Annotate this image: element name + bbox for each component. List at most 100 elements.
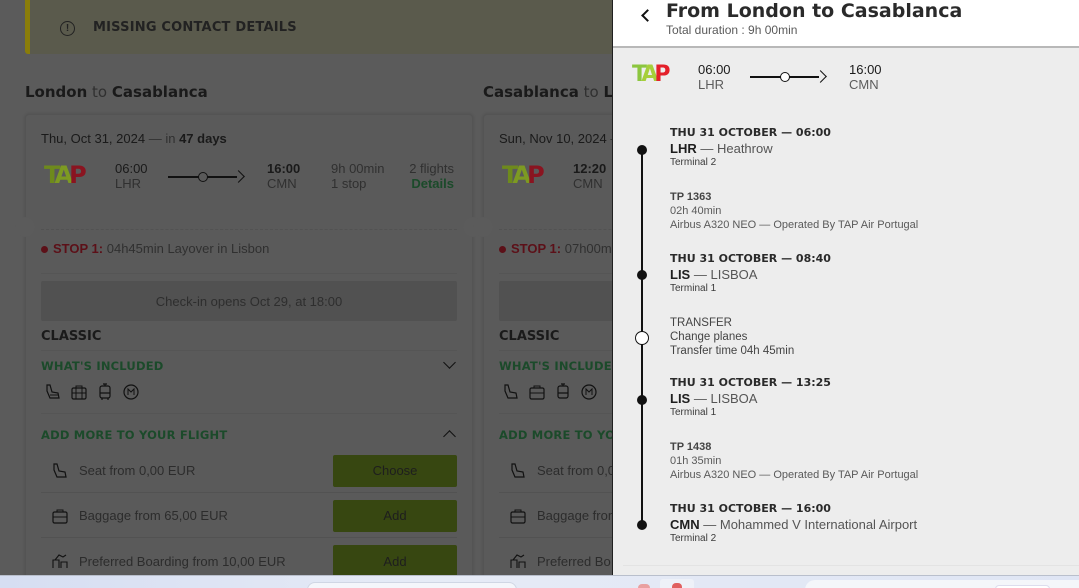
destination-city: Casablanca: [111, 83, 208, 101]
timeline-dot-icon: [637, 270, 647, 280]
timeline-flight: TP 1363 02h 40min Airbus A320 NEO — Oper…: [670, 190, 918, 232]
ticket-notch: [15, 217, 35, 237]
departure: 06:00 LHR: [115, 161, 148, 191]
seat-icon: [504, 384, 518, 399]
stop-label: STOP 1:: [511, 241, 562, 256]
add-more-toggle[interactable]: ADD MORE TO YOU: [499, 428, 625, 442]
whats-included-toggle[interactable]: WHAT'S INCLUDED: [41, 359, 164, 373]
departure: 12:20 CMN: [573, 161, 606, 191]
stop-airport: LHR — Heathrow: [670, 141, 773, 156]
back-chevron-icon[interactable]: [641, 9, 654, 22]
boarding-icon: [510, 554, 526, 568]
tap-logo: TAP: [502, 161, 545, 189]
choose-seat-button[interactable]: Choose: [333, 454, 457, 487]
stop-text: 04h45min Layover in Lisbon: [106, 241, 270, 256]
baggage-icon: [71, 385, 87, 400]
flights-summary: 2 flights Details: [409, 161, 454, 191]
stop-info: STOP 1: 07h00mi: [499, 241, 615, 256]
addon-boarding: Preferred Boarding from 10,00 EUR Add: [41, 539, 457, 575]
arrival-time: 16:00: [267, 161, 301, 176]
departure-airport: CMN: [573, 176, 603, 191]
flight-duration: 02h 40min: [670, 205, 722, 217]
outbound-flight-card: Thu, Oct 31, 2024 — in 47 days TAP 06:00…: [15, 114, 483, 575]
info-circle-icon: !: [60, 20, 75, 36]
addon-label: Preferred Boarding from 10,00 EUR: [79, 553, 286, 569]
date-separator: —: [148, 131, 162, 146]
alert-text: MISSING CONTACT DETAILS: [93, 19, 297, 35]
taskbar-app-icon[interactable]: [638, 584, 650, 588]
duration-text: 9h 00min: [331, 161, 385, 176]
divider: [41, 273, 457, 274]
flight-number: TP 1363: [670, 191, 712, 203]
arrival-time: 16:00: [849, 62, 882, 77]
flight-details-panel: From London to Casablanca Total duration…: [612, 0, 1079, 575]
outbound-title: London to Casablanca: [25, 83, 208, 101]
add-baggage-button[interactable]: Add: [333, 499, 457, 532]
chevron-down-icon[interactable]: [443, 356, 456, 369]
stop-bullet-icon: [499, 246, 506, 253]
taskbar-widget[interactable]: [805, 580, 1079, 588]
origin-city: London: [25, 83, 88, 101]
taskbar-search[interactable]: [307, 582, 517, 588]
timeline-stop: THU 31 OCTOBER — 06:00 LHR — Heathrow Te…: [670, 126, 831, 169]
divider: [41, 350, 457, 351]
arrival-airport: CMN: [849, 77, 879, 92]
fare-name: CLASSIC: [41, 329, 102, 344]
details-link[interactable]: Details: [409, 176, 454, 191]
fare-name: CLASSIC: [499, 329, 560, 344]
arrival: 16:00 CMN: [267, 161, 300, 191]
days-until: 47 days: [179, 131, 227, 146]
timeline-stop: THU 31 OCTOBER — 13:25 LIS — LISBOA Term…: [670, 376, 831, 419]
cabin-bag-icon: [99, 383, 111, 400]
departure-time: 06:00: [115, 161, 148, 176]
checkin-button[interactable]: Check-in opens Oct 29, at 18:00: [41, 281, 457, 321]
transfer-title: TRANSFER: [670, 317, 732, 329]
stop-airport: LIS — LISBOA: [670, 267, 758, 282]
timeline-stop: THU 31 OCTOBER — 08:40 LIS — LISBOA Term…: [670, 252, 831, 295]
stop-terminal: Terminal 1: [670, 283, 717, 294]
divider: [623, 565, 1079, 566]
seat-icon: [511, 462, 525, 478]
add-more-toggle[interactable]: ADD MORE TO YOUR FLIGHT: [41, 428, 227, 442]
seat-icon: [46, 384, 60, 399]
panel-header: From London to Casablanca Total duration…: [613, 0, 1079, 48]
stop-airport: CMN — Mohammed V International Airport: [670, 517, 918, 532]
departure: 06:00 LHR: [698, 62, 731, 92]
whats-included-toggle[interactable]: WHAT'S INCLUDED: [499, 359, 622, 373]
addon-label: Seat from 0,00 EUR: [79, 463, 196, 478]
missing-contact-alert[interactable]: ! MISSING CONTACT DETAILS: [25, 0, 625, 54]
ticket-notch: [473, 217, 493, 237]
stop-datetime: THU 31 OCTOBER — 08:40: [670, 252, 831, 265]
taskbar-app-icon[interactable]: [660, 579, 694, 588]
inbound-title: Casablanca to L: [483, 83, 613, 101]
included-icons: [502, 383, 598, 401]
panel-title: From London to Casablanca: [666, 0, 963, 22]
timeline-flight: TP 1438 01h 35min Airbus A320 NEO — Oper…: [670, 440, 918, 482]
date-text: Thu, Oct 31, 2024: [41, 131, 146, 146]
stop-bullet-icon: [41, 246, 48, 253]
total-duration: Total duration : 9h 00min: [666, 23, 798, 37]
meal-icon: [123, 384, 139, 400]
origin-city: Casablanca: [483, 83, 579, 101]
in-word: in: [165, 131, 176, 146]
baggage-icon: [510, 509, 526, 524]
flight-date: Thu, Oct 31, 2024 — in 47 days: [41, 131, 227, 146]
flights-count: 2 flights: [409, 161, 454, 176]
stop-datetime: THU 31 OCTOBER — 06:00: [670, 126, 831, 139]
departure-airport: LHR: [115, 176, 142, 191]
tap-logo: TAP: [632, 62, 671, 87]
departure-airport: LHR: [698, 77, 725, 92]
stop-terminal: Terminal 2: [670, 157, 717, 168]
stop-terminal: Terminal 1: [670, 407, 717, 418]
timeline-dot-icon: [637, 520, 647, 530]
add-boarding-button[interactable]: Add: [333, 545, 457, 575]
chevron-up-icon[interactable]: [443, 430, 456, 443]
included-icons: [44, 383, 140, 401]
to-word: to: [92, 83, 108, 101]
addon-baggage: Baggage from 65,00 EUR Add: [41, 494, 457, 538]
stop-terminal: Terminal 2: [670, 533, 717, 544]
baggage-icon: [52, 509, 68, 524]
stop-datetime: THU 31 OCTOBER — 16:00: [670, 502, 831, 515]
timeline-stop: THU 31 OCTOBER — 16:00 CMN — Mohammed V …: [670, 502, 917, 545]
timeline-dot-icon: [637, 395, 647, 405]
